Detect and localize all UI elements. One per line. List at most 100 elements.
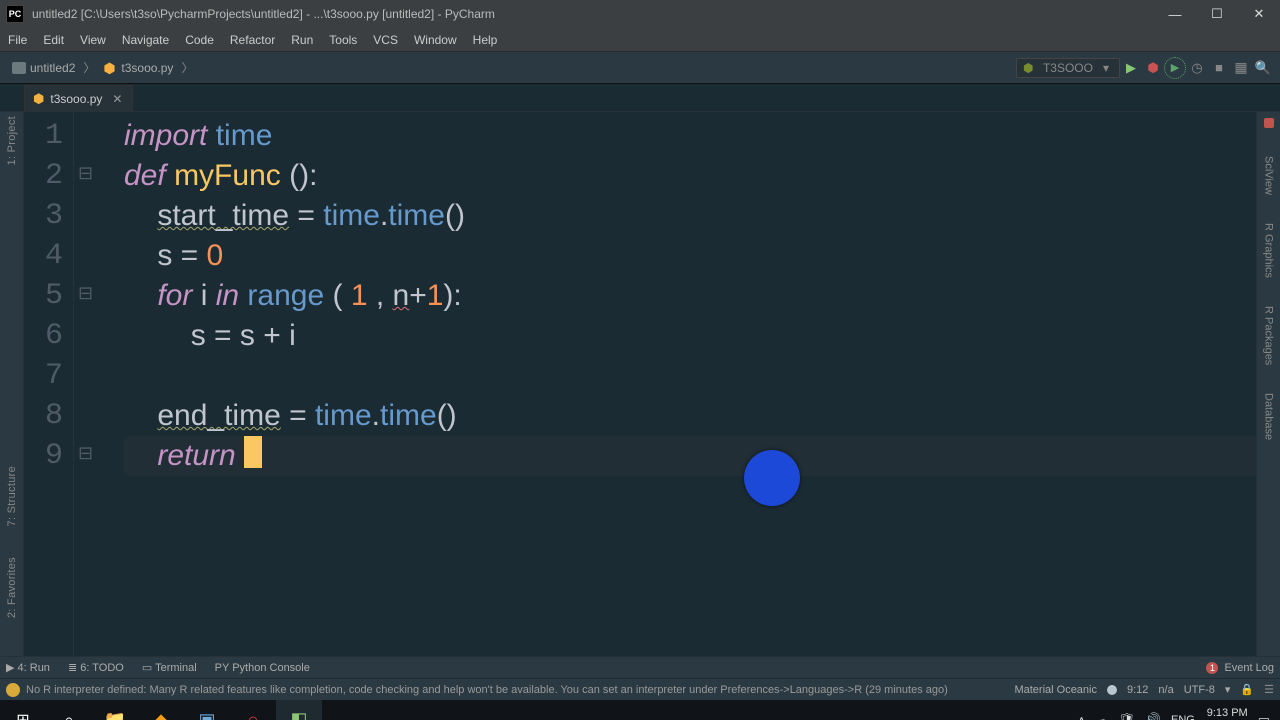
editor-tab-active[interactable]: ⬢ t3sooo.py ✕ xyxy=(24,85,133,111)
taskbar-opera-icon[interactable]: ○ xyxy=(230,700,276,720)
status-bar: No R interpreter defined: Many R related… xyxy=(0,678,1280,700)
stop-button[interactable]: ■ xyxy=(1208,57,1230,79)
line-number: 7 xyxy=(24,356,73,396)
run-config-label: T3SOOO xyxy=(1043,61,1093,75)
tool-r-packages[interactable]: R Packages xyxy=(1263,306,1275,365)
code-area[interactable]: import time def myFunc (): start_time = … xyxy=(124,112,1256,656)
taskbar-explorer-icon[interactable]: 📁 xyxy=(92,700,138,720)
tray-onedrive-icon[interactable]: ☁ xyxy=(1095,712,1108,720)
tray-volume-icon[interactable]: 🔊 xyxy=(1145,712,1161,720)
code-line: s = s + i xyxy=(124,316,1256,356)
line-number: 3 xyxy=(24,196,73,236)
debug-button[interactable]: ⬢ xyxy=(1142,57,1164,79)
menu-code[interactable]: Code xyxy=(177,31,222,49)
text-caret xyxy=(244,436,262,468)
menu-help[interactable]: Help xyxy=(465,31,506,49)
taskbar-search-icon[interactable]: ⌕ xyxy=(46,700,92,720)
profile-button[interactable]: ◷ xyxy=(1186,57,1208,79)
menu-navigate[interactable]: Navigate xyxy=(114,31,177,49)
tray-clock[interactable]: 9:13 PM 2/8/2019 xyxy=(1205,707,1248,720)
tool-terminal[interactable]: ▭ Terminal xyxy=(142,661,197,674)
tool-python-console[interactable]: PY Python Console xyxy=(215,662,310,674)
code-editor[interactable]: 1 2 3 4 5 6 7 8 9 import time def myFunc… xyxy=(24,112,1256,656)
app-icon: PC xyxy=(6,5,24,23)
run-button[interactable]: ▶ xyxy=(1120,57,1142,79)
tool-project[interactable]: 1: Project xyxy=(6,116,18,165)
taskbar-app-icon[interactable]: ▣ xyxy=(184,700,230,720)
code-line: s = 0 xyxy=(124,236,1256,276)
chevron-right-icon: 〉 xyxy=(179,59,195,76)
search-everywhere-button[interactable]: 🔍 xyxy=(1252,57,1274,79)
tool-r-graphics[interactable]: R Graphics xyxy=(1263,223,1275,278)
breadcrumb-file[interactable]: t3sooo.py xyxy=(97,59,179,77)
warning-icon xyxy=(6,683,20,697)
menu-run[interactable]: Run xyxy=(283,31,321,49)
status-cursor-pos[interactable]: 9:12 xyxy=(1127,684,1148,696)
menu-tools[interactable]: Tools xyxy=(321,31,365,49)
tool-favorites[interactable]: 2: Favorites xyxy=(6,557,18,618)
code-line-current: return xyxy=(124,436,1256,476)
windows-taskbar: ⊞ ⌕ 📁 ◆ ▣ ○ ◧ ˄ ☁ 🛡 🔊 ENG 9:13 PM 2/8/20… xyxy=(0,700,1280,720)
lock-icon[interactable]: 🔒 xyxy=(1240,683,1254,696)
status-message: No R interpreter defined: Many R related… xyxy=(26,684,948,696)
code-line: for i in range ( 1 , n+1): xyxy=(124,276,1256,316)
tray-notifications-icon[interactable]: ▭ xyxy=(1258,712,1270,720)
tool-structure[interactable]: 7: Structure xyxy=(6,466,18,526)
tool-run[interactable]: ▶ 4: Run xyxy=(6,661,50,674)
window-title: untitled2 [C:\Users\t3so\PycharmProjects… xyxy=(30,7,1154,21)
menu-edit[interactable]: Edit xyxy=(35,31,72,49)
theme-dot-icon xyxy=(1107,685,1117,695)
chevron-right-icon: 〉 xyxy=(81,59,97,76)
menu-view[interactable]: View xyxy=(72,31,114,49)
tool-database[interactable]: Database xyxy=(1263,393,1275,440)
taskbar-sublime-icon[interactable]: ◆ xyxy=(138,700,184,720)
fold-marker-icon[interactable] xyxy=(74,156,124,196)
status-theme[interactable]: Material Oceanic xyxy=(1014,684,1097,696)
folder-icon xyxy=(12,62,26,74)
line-number-gutter: 1 2 3 4 5 6 7 8 9 xyxy=(24,112,74,656)
navigation-bar: untitled2 〉 t3sooo.py 〉 T3SOOO ▾ ▶ ⬢ ▶ ◷… xyxy=(0,52,1280,84)
taskbar-pycharm-icon[interactable]: ◧ xyxy=(276,700,322,720)
run-config-selector[interactable]: T3SOOO ▾ xyxy=(1016,58,1120,78)
start-button[interactable]: ⊞ xyxy=(0,700,46,720)
menu-vcs[interactable]: VCS xyxy=(365,31,406,49)
menubar: File Edit View Navigate Code Refactor Ru… xyxy=(0,28,1280,52)
minimize-button[interactable]: — xyxy=(1154,0,1196,28)
error-stripe-icon[interactable] xyxy=(1264,118,1274,128)
window-titlebar: PC untitled2 [C:\Users\t3so\PycharmProje… xyxy=(0,0,1280,28)
close-button[interactable]: ✕ xyxy=(1238,0,1280,28)
tool-sciview[interactable]: SciView xyxy=(1263,156,1275,195)
left-tool-rail: 1: Project 7: Structure 2: Favorites xyxy=(0,112,24,656)
editor-tab-label: t3sooo.py xyxy=(50,92,102,106)
cursor-highlight-icon xyxy=(744,450,800,506)
menu-window[interactable]: Window xyxy=(406,31,465,49)
tool-todo[interactable]: ≣ 6: TODO xyxy=(68,661,124,674)
code-line: def myFunc (): xyxy=(124,156,1256,196)
status-encoding[interactable]: UTF-8 xyxy=(1184,684,1215,696)
breadcrumb-file-label: t3sooo.py xyxy=(121,61,173,75)
system-tray: ˄ ☁ 🛡 🔊 ENG 9:13 PM 2/8/2019 ▭ xyxy=(1078,707,1280,720)
fold-marker-icon[interactable] xyxy=(74,276,124,316)
chevron-down-icon: ▾ xyxy=(1103,61,1109,75)
line-number: 4 xyxy=(24,236,73,276)
fold-marker-icon[interactable] xyxy=(74,436,124,476)
tab-close-icon[interactable]: ✕ xyxy=(108,92,122,106)
maximize-button[interactable]: ☐ xyxy=(1196,0,1238,28)
fold-gutter xyxy=(74,112,124,656)
line-number: 1 xyxy=(24,116,73,156)
tray-defender-icon[interactable]: 🛡 xyxy=(1118,712,1135,720)
bottom-tool-bar: ▶ 4: Run ≣ 6: TODO ▭ Terminal PY Python … xyxy=(0,656,1280,678)
run-coverage-button[interactable]: ▶ xyxy=(1164,57,1186,79)
menu-refactor[interactable]: Refactor xyxy=(222,31,283,49)
breadcrumb-project[interactable]: untitled2 xyxy=(6,59,81,77)
tray-chevron-icon[interactable]: ˄ xyxy=(1078,713,1086,720)
main-content: 1: Project 7: Structure 2: Favorites 1 2… xyxy=(0,112,1280,656)
menu-file[interactable]: File xyxy=(0,31,35,49)
tray-language[interactable]: ENG xyxy=(1171,714,1195,720)
code-line: end_time = time.time() xyxy=(124,396,1256,436)
tool-event-log[interactable]: Event Log xyxy=(1224,662,1274,674)
ide-settings-icon[interactable]: ☰ xyxy=(1264,683,1274,696)
layout-button[interactable]: ▦ xyxy=(1230,57,1252,79)
code-line: start_time = time.time() xyxy=(124,196,1256,236)
tray-time: 9:13 PM xyxy=(1205,707,1248,720)
